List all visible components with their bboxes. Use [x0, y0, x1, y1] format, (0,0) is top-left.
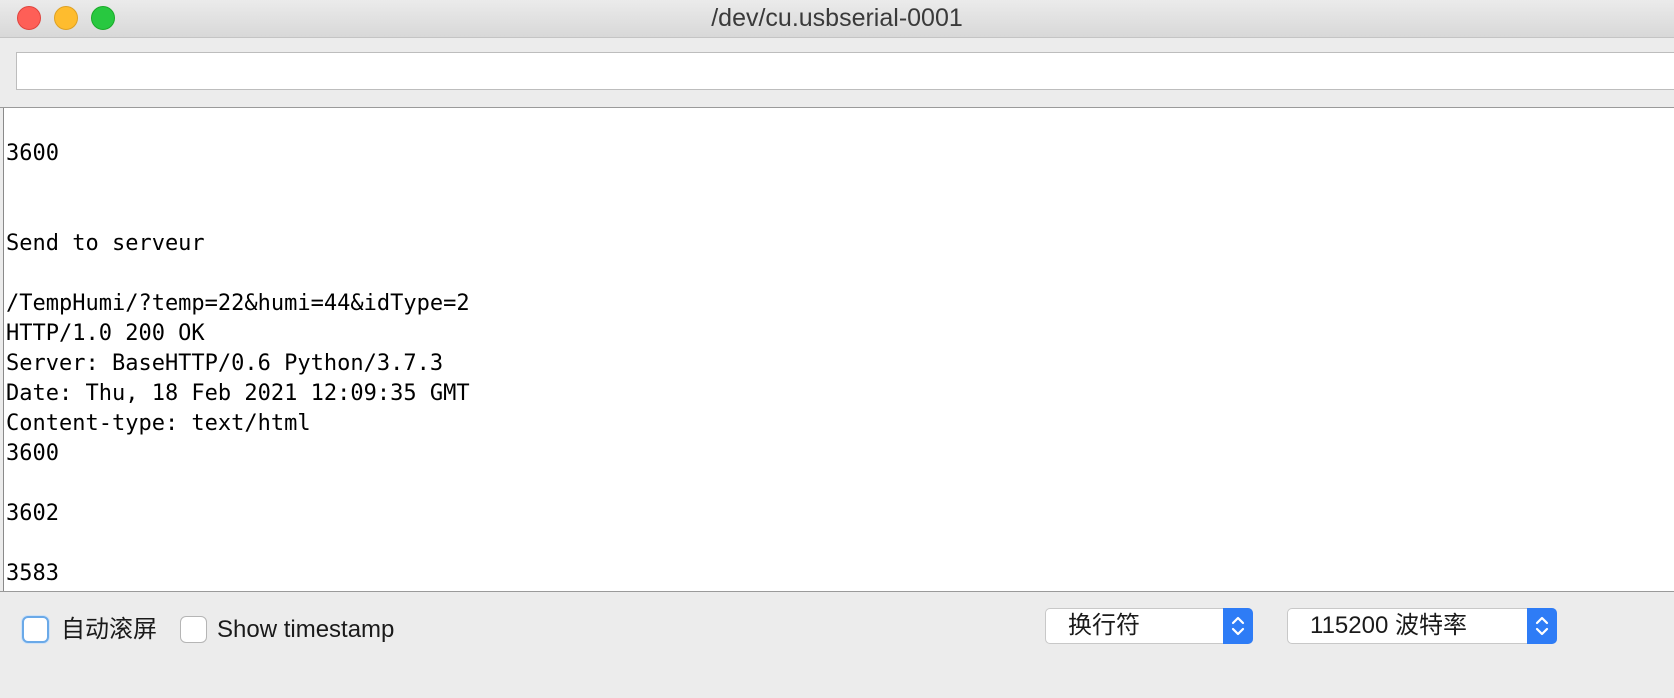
title-bar[interactable]: /dev/cu.usbserial-0001 — [0, 0, 1674, 38]
output-line: Date: Thu, 18 Feb 2021 12:09:35 GMT — [6, 381, 470, 406]
timestamp-checkbox[interactable] — [180, 616, 207, 643]
output-line: Send to serveur — [6, 231, 205, 256]
output-line: 3602 — [6, 501, 59, 526]
output-line: Server: BaseHTTP/0.6 Python/3.7.3 — [6, 351, 444, 376]
footer-toolbar: 自动滚屏 Show timestamp 换行符 115200 波特率 — [0, 592, 1674, 698]
serial-output[interactable]: 3600 Send to serveur /TempHumi/?temp=22&… — [3, 108, 1674, 591]
output-line: HTTP/1.0 200 OK — [6, 321, 205, 346]
output-line: /TempHumi/?temp=22&humi=44&idType=2 — [6, 291, 470, 316]
baud-rate-value: 115200 波特率 — [1310, 612, 1467, 639]
window-title: /dev/cu.usbserial-0001 — [711, 4, 963, 32]
line-ending-select[interactable]: 换行符 — [1045, 608, 1253, 644]
autoscroll-checkbox[interactable] — [22, 616, 49, 643]
output-line: 3600 — [6, 441, 59, 466]
send-input[interactable] — [16, 52, 1674, 90]
line-ending-value: 换行符 — [1068, 612, 1140, 639]
autoscroll-label[interactable]: 自动滚屏 — [61, 616, 157, 644]
updown-chevron-icon — [1223, 608, 1253, 644]
baud-rate-select[interactable]: 115200 波特率 — [1287, 608, 1557, 644]
output-line: Content-type: text/html — [6, 411, 311, 436]
timestamp-label[interactable]: Show timestamp — [217, 616, 394, 644]
output-line: 3583 — [6, 561, 59, 586]
serial-monitor-window: /dev/cu.usbserial-0001 3600 Send to serv… — [0, 0, 1674, 698]
output-line: 3600 — [6, 141, 59, 166]
send-toolbar — [0, 38, 1674, 107]
updown-chevron-icon — [1527, 608, 1557, 644]
